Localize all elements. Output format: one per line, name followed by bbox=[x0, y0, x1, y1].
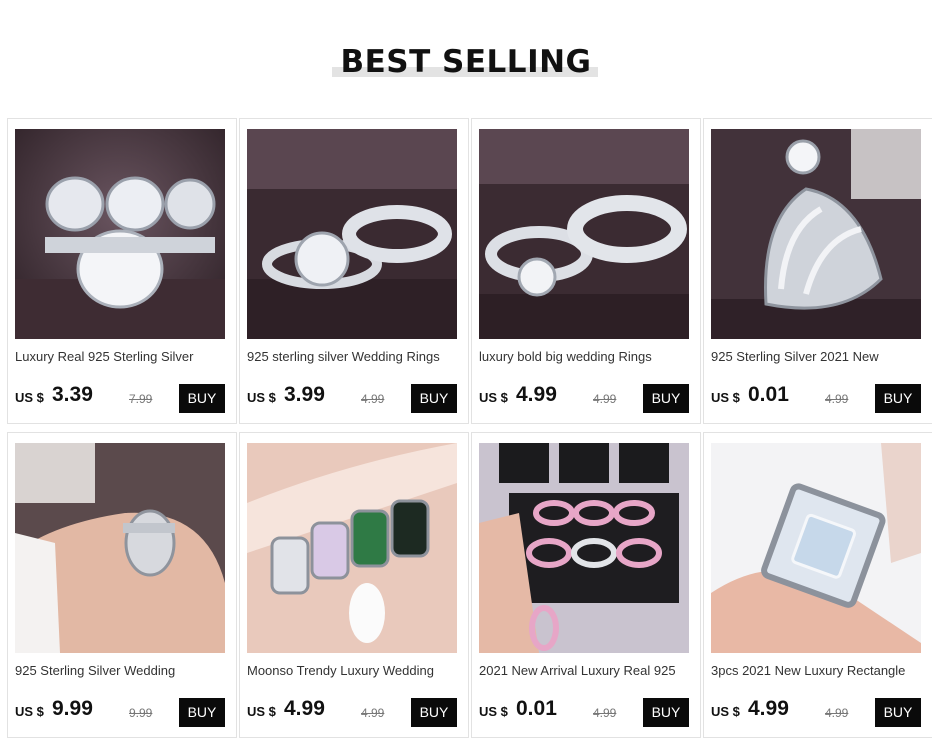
ring-photo-icon bbox=[479, 129, 689, 339]
price: 0.01 bbox=[748, 383, 789, 406]
product-image[interactable] bbox=[15, 129, 225, 339]
buy-button[interactable]: BUY bbox=[643, 384, 689, 413]
currency-label: US $ bbox=[479, 390, 508, 405]
ring-photo-icon bbox=[711, 129, 921, 339]
buy-button[interactable]: BUY bbox=[179, 698, 225, 727]
product-image[interactable] bbox=[479, 129, 689, 339]
price-row: US $ 3.39 7.99 BUY bbox=[15, 382, 231, 414]
old-price: 4.99 bbox=[825, 706, 849, 720]
product-card[interactable]: luxury bold big wedding Rings US $ 4.99 … bbox=[471, 118, 701, 424]
product-image[interactable] bbox=[711, 443, 921, 653]
price-row: US $ 4.99 4.99 BUY bbox=[247, 696, 463, 728]
price-row: US $ 3.99 4.99 BUY bbox=[247, 382, 463, 414]
currency-label: US $ bbox=[247, 704, 276, 719]
old-price: 4.99 bbox=[593, 392, 617, 406]
old-price: 4.99 bbox=[361, 392, 385, 406]
buy-button[interactable]: BUY bbox=[411, 384, 457, 413]
buy-button[interactable]: BUY bbox=[875, 698, 921, 727]
old-price: 7.99 bbox=[129, 392, 153, 406]
currency-label: US $ bbox=[247, 390, 276, 405]
section-heading: BEST SELLING bbox=[0, 38, 932, 88]
product-title[interactable]: 3pcs 2021 New Luxury Rectangle bbox=[711, 663, 925, 678]
product-image[interactable] bbox=[15, 443, 225, 653]
product-title[interactable]: Moonso Trendy Luxury Wedding bbox=[247, 663, 461, 678]
ring-photo-icon bbox=[479, 443, 689, 653]
price: 3.99 bbox=[284, 383, 325, 406]
price-row: US $ 0.01 4.99 BUY bbox=[711, 382, 927, 414]
price-row: US $ 9.99 9.99 BUY bbox=[15, 696, 231, 728]
price: 4.99 bbox=[748, 697, 789, 720]
currency-label: US $ bbox=[15, 390, 44, 405]
price-row: US $ 4.99 4.99 BUY bbox=[479, 382, 695, 414]
product-title[interactable]: Luxury Real 925 Sterling Silver bbox=[15, 349, 229, 364]
ring-photo-icon bbox=[15, 443, 225, 653]
ring-photo-icon bbox=[247, 129, 457, 339]
price: 0.01 bbox=[516, 697, 557, 720]
buy-button[interactable]: BUY bbox=[875, 384, 921, 413]
ring-photo-icon bbox=[15, 129, 225, 339]
product-title[interactable]: 925 Sterling Silver Wedding bbox=[15, 663, 229, 678]
price: 3.39 bbox=[52, 383, 93, 406]
product-card[interactable]: Luxury Real 925 Sterling Silver US $ 3.3… bbox=[7, 118, 237, 424]
product-title[interactable]: 925 sterling silver Wedding Rings bbox=[247, 349, 461, 364]
product-title[interactable]: 2021 New Arrival Luxury Real 925 bbox=[479, 663, 693, 678]
currency-label: US $ bbox=[479, 704, 508, 719]
currency-label: US $ bbox=[711, 390, 740, 405]
old-price: 4.99 bbox=[361, 706, 385, 720]
price-row: US $ 4.99 4.99 BUY bbox=[711, 696, 927, 728]
product-image[interactable] bbox=[247, 129, 457, 339]
product-image[interactable] bbox=[247, 443, 457, 653]
buy-button[interactable]: BUY bbox=[411, 698, 457, 727]
product-card[interactable]: 3pcs 2021 New Luxury Rectangle US $ 4.99… bbox=[703, 432, 932, 738]
price-row: US $ 0.01 4.99 BUY bbox=[479, 696, 695, 728]
product-title[interactable]: luxury bold big wedding Rings bbox=[479, 349, 693, 364]
section-title: BEST SELLING bbox=[340, 44, 592, 80]
product-card[interactable]: 925 Sterling Silver 2021 New US $ 0.01 4… bbox=[703, 118, 932, 424]
price: 9.99 bbox=[52, 697, 93, 720]
product-card[interactable]: Moonso Trendy Luxury Wedding US $ 4.99 4… bbox=[239, 432, 469, 738]
product-card[interactable]: 925 sterling silver Wedding Rings US $ 3… bbox=[239, 118, 469, 424]
currency-label: US $ bbox=[15, 704, 44, 719]
old-price: 9.99 bbox=[129, 706, 153, 720]
product-image[interactable] bbox=[479, 443, 689, 653]
ring-photo-icon bbox=[711, 443, 921, 653]
price: 4.99 bbox=[284, 697, 325, 720]
old-price: 4.99 bbox=[593, 706, 617, 720]
ring-photo-icon bbox=[247, 443, 457, 653]
buy-button[interactable]: BUY bbox=[643, 698, 689, 727]
price: 4.99 bbox=[516, 383, 557, 406]
old-price: 4.99 bbox=[825, 392, 849, 406]
product-image[interactable] bbox=[711, 129, 921, 339]
currency-label: US $ bbox=[711, 704, 740, 719]
buy-button[interactable]: BUY bbox=[179, 384, 225, 413]
product-card[interactable]: 2021 New Arrival Luxury Real 925 US $ 0.… bbox=[471, 432, 701, 738]
product-card[interactable]: 925 Sterling Silver Wedding US $ 9.99 9.… bbox=[7, 432, 237, 738]
product-title[interactable]: 925 Sterling Silver 2021 New bbox=[711, 349, 925, 364]
